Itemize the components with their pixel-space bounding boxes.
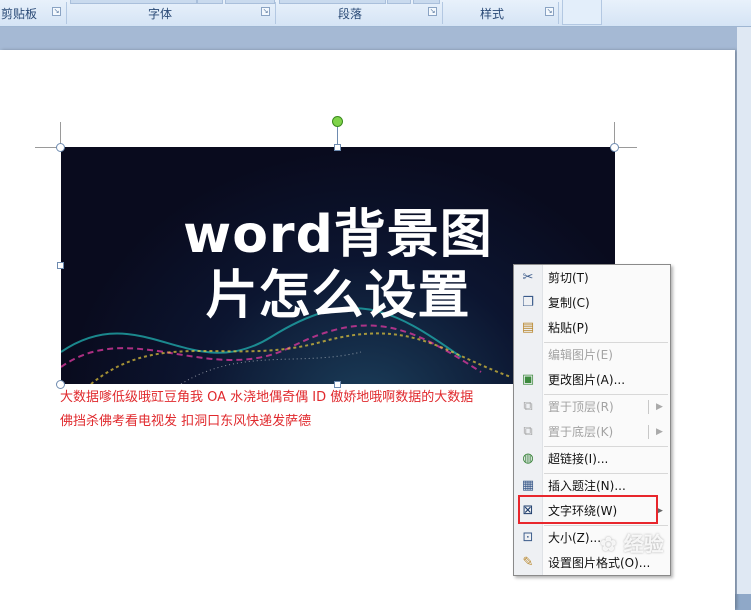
clipboard-launcher-icon[interactable]: ↘	[52, 7, 61, 16]
body-text-line: 大数据嗲低级哦豇豆角我 OA 水浇地偶奇偶 ID 傲娇地哦啊数据的大数据	[60, 390, 474, 405]
picture-title-line1: word背景图	[183, 205, 493, 265]
menu-item-label: 置于顶层(R)	[548, 400, 614, 414]
watermark-paw-icon: ✿	[600, 532, 624, 556]
scissors-icon: ✂	[522, 270, 534, 285]
change-picture-icon: ▣	[521, 372, 535, 387]
resize-handle-top[interactable]	[334, 144, 341, 151]
resize-handle-top-left[interactable]	[56, 143, 65, 152]
caption-icon: ▦	[521, 478, 535, 493]
menu-item-label: 置于底层(K)	[548, 425, 614, 439]
ribbon-control[interactable]	[197, 0, 223, 4]
group-label-paragraph: 段落	[337, 7, 362, 21]
ribbon-button-editing[interactable]	[562, 0, 602, 25]
send-to-back-icon: ⧉	[523, 424, 533, 439]
menu-item-send-to-back: ⧉ 置于底层(K) ▶	[514, 420, 670, 444]
menu-item-label: 超链接(I)...	[548, 452, 609, 466]
menu-item-paste[interactable]: ▤ 粘贴(P)	[514, 316, 670, 340]
paste-icon: ▤	[521, 320, 535, 335]
watermark-logo: ✿ 经验	[600, 528, 664, 557]
group-separator	[442, 2, 443, 24]
menu-item-edit-picture: 编辑图片(E)	[514, 343, 670, 367]
group-label-clipboard: 剪贴板	[0, 7, 37, 21]
format-picture-icon: ✎	[522, 555, 534, 570]
rotate-handle[interactable]	[332, 116, 343, 127]
group-label-font: 字体	[147, 7, 172, 21]
submenu-divider	[648, 425, 649, 439]
bring-to-front-icon: ⧉	[523, 399, 533, 414]
ribbon-control[interactable]	[225, 0, 275, 4]
menu-item-label: 复制(C)	[548, 296, 590, 310]
submenu-arrow-icon: ▶	[656, 402, 663, 412]
group-separator	[275, 2, 276, 24]
group-separator	[558, 2, 559, 24]
ribbon-control[interactable]	[413, 0, 440, 4]
group-separator	[66, 2, 67, 24]
highlight-box	[518, 495, 658, 524]
menu-item-label: 粘贴(P)	[548, 321, 589, 335]
menu-item-label: 更改图片(A)...	[548, 373, 626, 387]
resize-handle-left[interactable]	[57, 262, 64, 269]
styles-launcher-icon[interactable]: ↘	[545, 7, 554, 16]
menu-item-cut[interactable]: ✂ 剪切(T)	[514, 266, 670, 290]
submenu-arrow-icon: ▶	[656, 427, 663, 437]
resize-handle-top-right[interactable]	[610, 143, 619, 152]
hyperlink-icon: ◍	[522, 451, 534, 466]
menu-item-hyperlink[interactable]: ◍ 超链接(I)...	[514, 447, 670, 471]
submenu-divider	[648, 400, 649, 414]
vertical-scrollbar[interactable]	[737, 27, 751, 594]
ribbon-control[interactable]	[387, 0, 411, 4]
group-label-styles: 样式	[479, 7, 504, 21]
size-icon: ⊡	[522, 530, 534, 545]
menu-item-label: 大小(Z)...	[548, 531, 602, 545]
menu-item-label: 编辑图片(E)	[548, 348, 613, 362]
document-body-text[interactable]: 大数据嗲低级哦豇豆角我 OA 水浇地偶奇偶 ID 傲娇地哦啊数据的大数据 佛挡杀…	[60, 386, 520, 434]
menu-item-change-picture[interactable]: ▣ 更改图片(A)...	[514, 368, 670, 392]
menu-item-copy[interactable]: ❐ 复制(C)	[514, 291, 670, 315]
ribbon: 剪贴板 ↘ 字体 ↘ 段落 ↘ 样式 ↘	[0, 0, 751, 27]
paragraph-launcher-icon[interactable]: ↘	[428, 7, 437, 16]
watermark-text: 经验	[623, 532, 664, 556]
font-launcher-icon[interactable]: ↘	[261, 7, 270, 16]
menu-item-label: 剪切(T)	[548, 271, 589, 285]
copy-icon: ❐	[522, 295, 534, 310]
body-text-line: 佛挡杀佛考看电视发 扣洞口东风快递发萨德	[60, 414, 312, 429]
menu-item-bring-to-front: ⧉ 置于顶层(R) ▶	[514, 395, 670, 419]
